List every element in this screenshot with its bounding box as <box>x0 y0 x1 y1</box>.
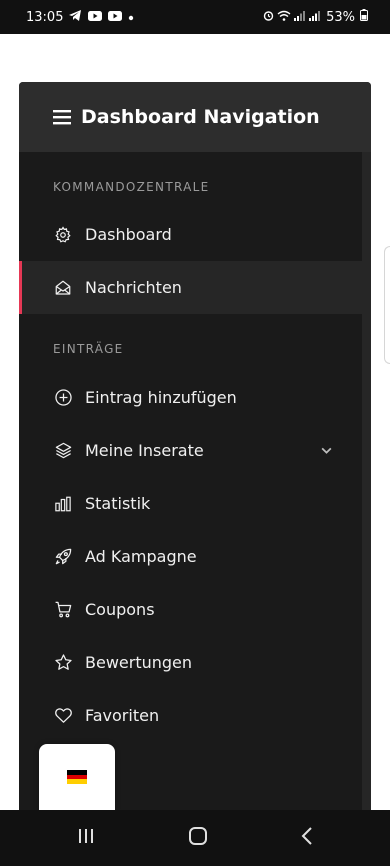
heart-icon <box>53 706 73 726</box>
nav-item-ad-kampagne[interactable]: Ad Kampagne <box>19 530 371 583</box>
nav-item-bewertungen[interactable]: Bewertungen <box>19 636 371 689</box>
battery-percent: 53% <box>326 9 355 25</box>
nav-item-statistik[interactable]: Statistik <box>19 477 371 530</box>
home-icon[interactable] <box>188 826 208 850</box>
nav-item-dashboard[interactable]: Dashboard <box>19 208 371 261</box>
nav-item-label: Bewertungen <box>85 653 193 672</box>
signal-icon <box>294 10 306 25</box>
nav-item-label: Coupons <box>85 600 155 619</box>
star-icon <box>53 653 73 673</box>
nav-item-label: Ad Kampagne <box>85 547 197 566</box>
system-navigation-bar <box>0 810 390 866</box>
de-flag-icon <box>67 770 87 785</box>
clock: 13:05 <box>26 9 64 25</box>
rocket-icon <box>53 547 73 567</box>
plus-circle-icon <box>53 388 73 408</box>
nav-item-meine-inserate[interactable]: Meine Inserate <box>19 424 371 477</box>
panel-title: Dashboard Navigation <box>81 106 320 128</box>
gear-icon <box>53 225 73 245</box>
dot-icon <box>128 10 134 25</box>
telegram-icon <box>69 9 82 25</box>
nav-item-label: Meine Inserate <box>85 441 204 460</box>
nav-item-nachrichten[interactable]: Nachrichten <box>19 261 371 314</box>
cart-icon <box>53 600 73 620</box>
nav-item-eintrag-hinzufuegen[interactable]: Eintrag hinzufügen <box>19 371 371 424</box>
chevron-down-icon[interactable] <box>320 442 333 461</box>
language-switcher[interactable] <box>39 744 115 810</box>
status-bar-right: 53% <box>263 9 368 25</box>
section-title-kommandozentrale: KOMMANDOZENTRALE <box>53 180 210 194</box>
recent-apps-icon[interactable] <box>76 827 96 849</box>
youtube-icon <box>108 10 123 25</box>
alarm-icon <box>263 10 274 25</box>
nav-item-label: Statistik <box>85 494 151 513</box>
section-title-eintraege: EINTRÄGE <box>53 342 124 356</box>
youtube-icon <box>88 10 103 25</box>
nav-item-label: Eintrag hinzufügen <box>85 388 237 407</box>
wifi-icon <box>277 10 291 25</box>
envelope-open-icon <box>53 278 73 298</box>
layers-icon <box>53 441 73 461</box>
signal-icon <box>309 10 321 25</box>
back-icon[interactable] <box>300 826 314 850</box>
hamburger-menu-icon[interactable] <box>53 109 71 125</box>
battery-icon <box>360 9 368 25</box>
nav-item-label: Dashboard <box>85 225 172 244</box>
nav-item-label: Nachrichten <box>85 278 182 297</box>
side-drawer-edge[interactable] <box>384 246 390 364</box>
nav-item-label: Favoriten <box>85 706 160 725</box>
nav-item-favoriten[interactable]: Favoriten <box>19 689 371 742</box>
bar-chart-icon <box>53 494 73 514</box>
dashboard-navigation-panel: Dashboard Navigation KOMMANDOZENTRALE Da… <box>19 82 371 810</box>
panel-header[interactable]: Dashboard Navigation <box>19 82 371 152</box>
status-bar: 13:05 53% <box>0 0 390 34</box>
status-bar-left: 13:05 <box>26 9 134 25</box>
nav-item-coupons[interactable]: Coupons <box>19 583 371 636</box>
